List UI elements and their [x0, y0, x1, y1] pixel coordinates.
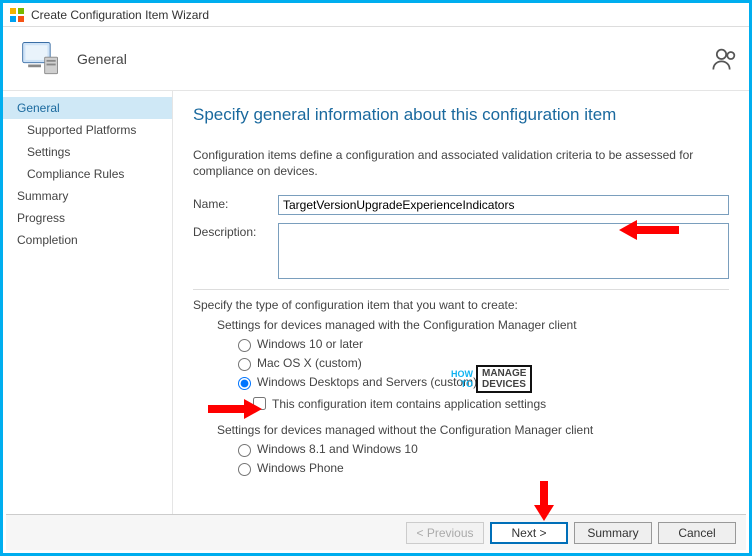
radio-label: Windows Desktops and Servers (custom): [257, 375, 477, 389]
radio-windows-phone-input[interactable]: [238, 463, 251, 476]
content-area: General Supported Platforms Settings Com…: [3, 91, 749, 517]
group-without-client-label: Settings for devices managed without the…: [193, 423, 729, 437]
radio-windows-10[interactable]: Windows 10 or later: [193, 336, 729, 352]
name-label: Name:: [193, 195, 278, 211]
checkbox-application-settings[interactable]: This configuration item contains applica…: [193, 394, 729, 413]
sidebar-item-label: General: [17, 101, 60, 115]
sidebar-item-label: Completion: [17, 233, 78, 247]
window-title: Create Configuration Item Wizard: [31, 8, 209, 22]
sidebar-item-summary[interactable]: Summary: [3, 185, 172, 207]
group-with-client-label: Settings for devices managed with the Co…: [193, 318, 729, 332]
radio-windows-81-10[interactable]: Windows 8.1 and Windows 10: [193, 441, 729, 457]
radio-windows-desktops-servers-input[interactable]: [238, 377, 251, 390]
sidebar-item-label: Summary: [17, 189, 68, 203]
cancel-button[interactable]: Cancel: [658, 522, 736, 544]
sidebar-item-label: Compliance Rules: [27, 167, 124, 181]
checkbox-application-settings-input[interactable]: [253, 397, 266, 410]
page-title: General: [77, 51, 127, 67]
sidebar-item-label: Progress: [17, 211, 65, 225]
description-input[interactable]: [278, 223, 729, 279]
users-icon: [711, 45, 739, 73]
radio-windows-81-10-input[interactable]: [238, 444, 251, 457]
checkbox-label: This configuration item contains applica…: [272, 397, 546, 411]
next-button[interactable]: Next >: [490, 522, 568, 544]
radio-windows-10-input[interactable]: [238, 339, 251, 352]
main-heading: Specify general information about this c…: [193, 105, 729, 125]
radio-macos[interactable]: Mac OS X (custom): [193, 355, 729, 371]
type-section: Specify the type of configuration item t…: [193, 298, 729, 476]
sidebar-item-compliance-rules[interactable]: Compliance Rules: [3, 163, 172, 185]
intro-text: Configuration items define a configurati…: [193, 147, 729, 179]
radio-windows-phone[interactable]: Windows Phone: [193, 460, 729, 476]
radio-label: Windows 8.1 and Windows 10: [257, 442, 418, 456]
app-icon: [9, 7, 25, 23]
sidebar-item-general[interactable]: General: [3, 97, 172, 119]
radio-label: Windows Phone: [257, 461, 344, 475]
wizard-header: General: [3, 27, 749, 91]
main-panel: Specify general information about this c…: [173, 91, 749, 517]
sidebar-item-label: Supported Platforms: [27, 123, 136, 137]
type-heading: Specify the type of configuration item t…: [193, 298, 729, 312]
sidebar-item-supported-platforms[interactable]: Supported Platforms: [3, 119, 172, 141]
sidebar-item-settings[interactable]: Settings: [3, 141, 172, 163]
sidebar-item-progress[interactable]: Progress: [3, 207, 172, 229]
radio-label: Windows 10 or later: [257, 337, 363, 351]
separator: [193, 289, 729, 290]
wizard-footer: < Previous Next > Summary Cancel: [6, 514, 746, 550]
wizard-steps-sidebar: General Supported Platforms Settings Com…: [3, 91, 173, 517]
description-row: Description:: [193, 223, 729, 279]
sidebar-item-label: Settings: [27, 145, 70, 159]
summary-button[interactable]: Summary: [574, 522, 652, 544]
name-input[interactable]: [278, 195, 729, 215]
name-row: Name:: [193, 195, 729, 215]
sidebar-item-completion[interactable]: Completion: [3, 229, 172, 251]
radio-label: Mac OS X (custom): [257, 356, 362, 370]
radio-windows-desktops-servers[interactable]: Windows Desktops and Servers (custom): [193, 374, 729, 390]
computer-icon: [19, 37, 63, 81]
description-label: Description:: [193, 223, 278, 239]
radio-macos-input[interactable]: [238, 358, 251, 371]
previous-button: < Previous: [406, 522, 484, 544]
title-bar: Create Configuration Item Wizard: [3, 3, 749, 27]
